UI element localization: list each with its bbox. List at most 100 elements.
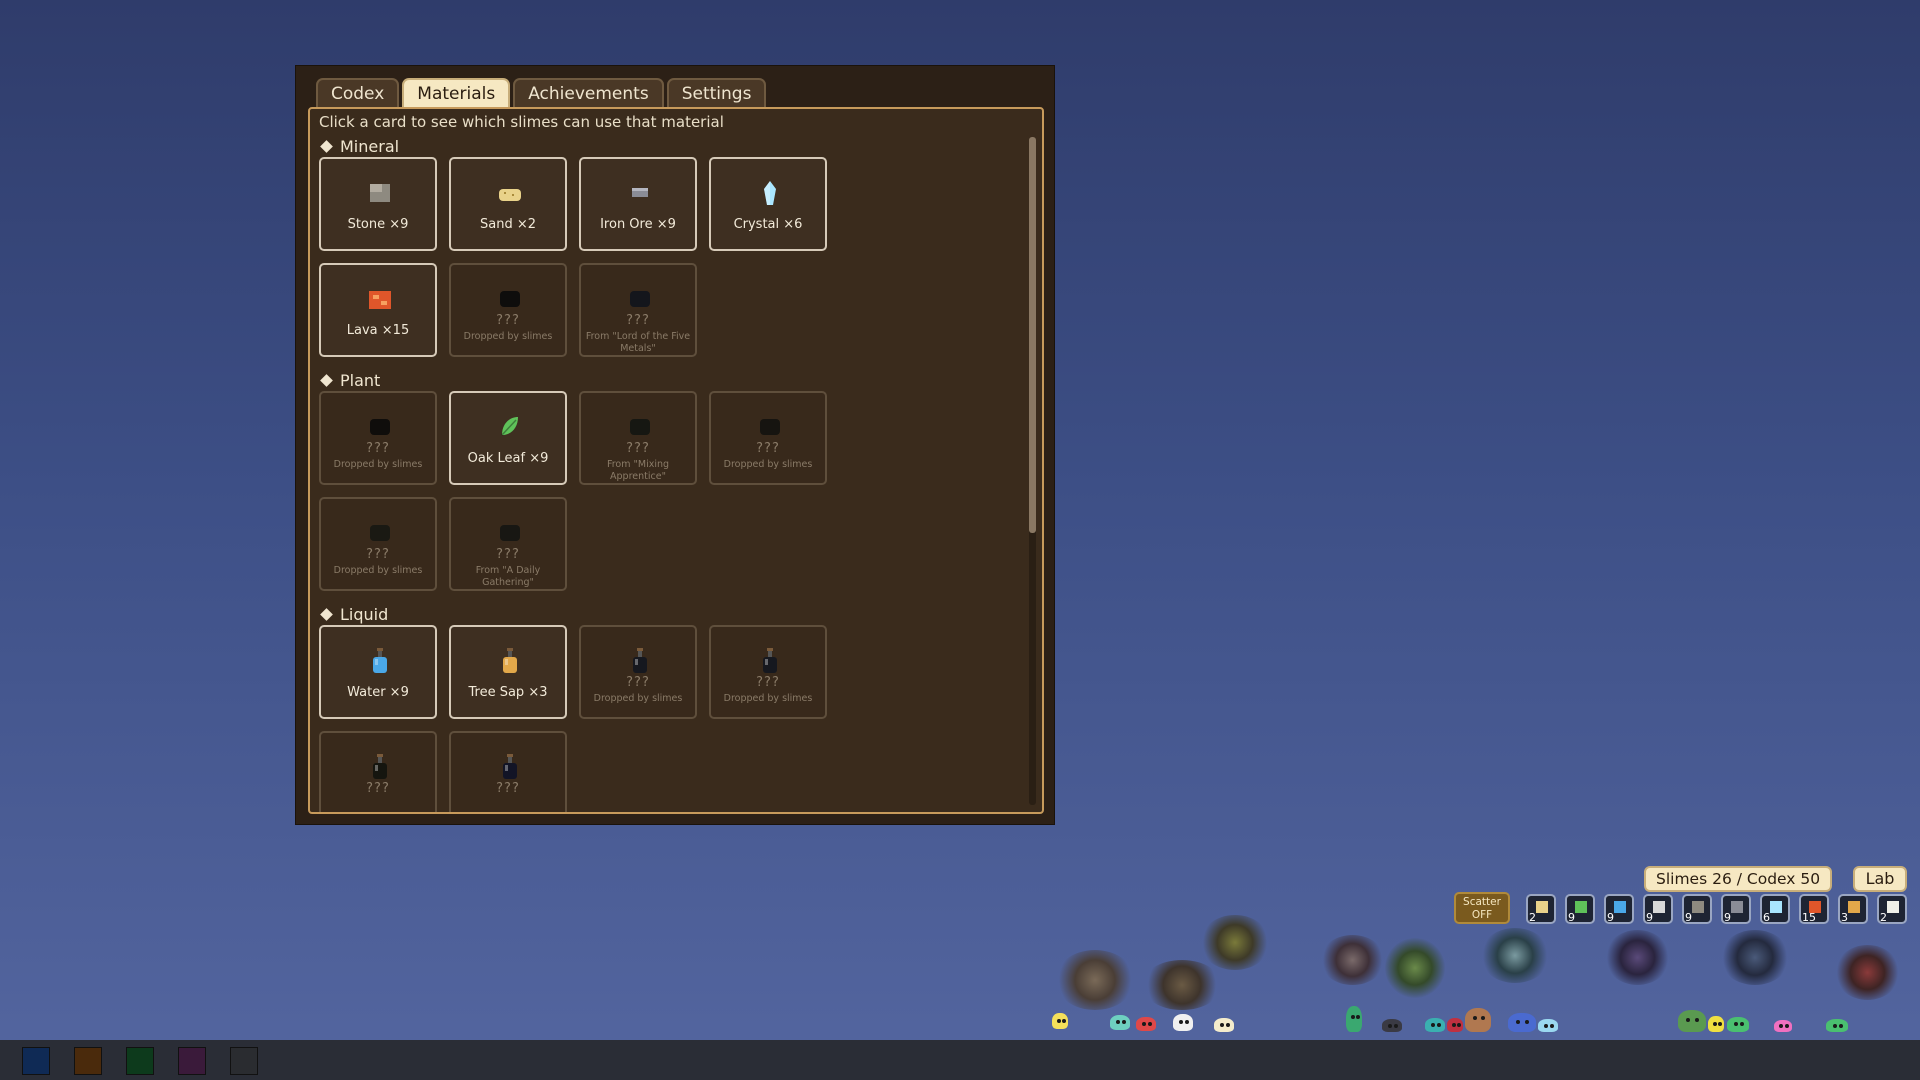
- slime-eye: [1524, 1019, 1529, 1024]
- slime-eye: [1185, 1019, 1189, 1024]
- hotbar-slot[interactable]: 3: [1838, 894, 1868, 924]
- yellow-slime: [1052, 1013, 1068, 1029]
- tab-codex[interactable]: Codex: [316, 78, 400, 108]
- slime-eye: [1733, 1022, 1738, 1027]
- material-card[interactable]: Crystal ×6: [709, 157, 827, 251]
- material-card[interactable]: Tree Sap ×3: [449, 625, 567, 719]
- slime-eye: [1355, 1015, 1360, 1020]
- slime-eye: [1686, 1017, 1691, 1022]
- unknown-material-label: ???: [496, 781, 520, 796]
- slime-eye: [1550, 1023, 1554, 1028]
- unknown-bottle-icon: [626, 647, 654, 675]
- slime-eye: [1717, 1021, 1722, 1026]
- material-card[interactable]: Iron Ore ×9: [579, 157, 697, 251]
- slime-eye: [1451, 1022, 1456, 1027]
- hint-text: Click a card to see which slimes can use…: [319, 113, 724, 131]
- teal-slime: [1425, 1018, 1445, 1032]
- material-card[interactable]: ???: [449, 731, 567, 812]
- hotbar-slot[interactable]: 9: [1643, 894, 1673, 924]
- material-card[interactable]: ??? Dropped by slimes: [319, 391, 437, 485]
- taskbar-button-gray[interactable]: [230, 1047, 258, 1075]
- material-card[interactable]: Oak Leaf ×9: [449, 391, 567, 485]
- hotbar-slot[interactable]: 9: [1604, 894, 1634, 924]
- taskbar-button-brown[interactable]: [74, 1047, 102, 1075]
- section-title: Plant: [340, 371, 381, 390]
- material-name: Tree Sap ×3: [468, 685, 548, 700]
- unknown-plant-icon: [756, 413, 784, 441]
- tab-materials[interactable]: Materials: [402, 78, 511, 108]
- material-source-hint: Dropped by slimes: [593, 693, 683, 704]
- hotbar-slot[interactable]: 6: [1760, 894, 1790, 924]
- slime-eye: [1832, 1023, 1837, 1028]
- slime-eye: [1116, 1020, 1120, 1025]
- teal-slime: [1110, 1015, 1130, 1030]
- material-card[interactable]: ??? Dropped by slimes: [709, 625, 827, 719]
- taskbar-button-green[interactable]: [126, 1047, 154, 1075]
- slime-eye: [1350, 1015, 1355, 1020]
- unknown-material-label: ???: [496, 547, 520, 562]
- cream-slime: [1214, 1018, 1234, 1032]
- slime-aura: [1320, 935, 1385, 985]
- material-source-hint: Dropped by slimes: [723, 693, 813, 704]
- material-card[interactable]: ??? From "Lord of the Five Metals": [579, 263, 697, 357]
- hotbar-slot[interactable]: 15: [1799, 894, 1829, 924]
- hotbar-slot[interactable]: 9: [1565, 894, 1595, 924]
- scatter-label: Scatter: [1463, 896, 1501, 908]
- material-source-hint: From "Lord of the Five Metals": [585, 331, 691, 354]
- lab-button[interactable]: Lab: [1853, 866, 1907, 892]
- unknown-material-label: ???: [756, 675, 780, 690]
- material-source-hint: Dropped by slimes: [723, 459, 813, 470]
- section-title: Mineral: [340, 137, 400, 156]
- slime-eye: [1122, 1020, 1126, 1025]
- bear-slime: [1465, 1008, 1491, 1032]
- material-source-hint: From "A Daily Gathering": [475, 565, 541, 588]
- materials-scroll-area[interactable]: Mineral Stone ×9 Sand ×2 Iron Ore ×9 Crystal…: [310, 133, 1022, 812]
- slime-eye: [1779, 1024, 1784, 1029]
- material-card[interactable]: Lava ×15: [319, 263, 437, 357]
- unknown-mineral-icon: [626, 285, 654, 313]
- taskbar-button-purple[interactable]: [178, 1047, 206, 1075]
- material-card[interactable]: ??? Dropped by slimes: [579, 625, 697, 719]
- material-card[interactable]: Stone ×9: [319, 157, 437, 251]
- scrollbar-track[interactable]: [1029, 137, 1036, 805]
- material-card[interactable]: ??? Dropped by slimes: [449, 263, 567, 357]
- stone-icon: [1692, 901, 1704, 913]
- taskbar-button-blue[interactable]: [22, 1047, 50, 1075]
- material-card[interactable]: ???: [319, 731, 437, 812]
- lava-icon: [366, 285, 394, 313]
- material-name: Sand ×2: [479, 217, 536, 232]
- material-card[interactable]: ??? From "Mixing Apprentice": [579, 391, 697, 485]
- hotbar-slot[interactable]: 9: [1721, 894, 1751, 924]
- green-slime: [1678, 1010, 1706, 1032]
- material-card[interactable]: ??? Dropped by slimes: [709, 391, 827, 485]
- material-source-hint: Dropped by slimes: [333, 565, 423, 576]
- tab-bar: Codex Materials Achievements Settings: [316, 78, 767, 108]
- sand-icon: [496, 179, 524, 207]
- stone-icon: [366, 179, 394, 207]
- hotbar-slot[interactable]: 2: [1526, 894, 1556, 924]
- material-card[interactable]: ??? Dropped by slimes: [319, 497, 437, 591]
- material-card[interactable]: Water ×9: [319, 625, 437, 719]
- slot-count: 9: [1568, 911, 1575, 924]
- material-name: Lava ×15: [346, 323, 410, 338]
- hotbar-slot[interactable]: 2: [1877, 894, 1907, 924]
- section-header-plant: Plant: [319, 371, 380, 390]
- slime-eye: [1437, 1022, 1441, 1027]
- tab-achievements[interactable]: Achievements: [513, 78, 664, 108]
- green-slime: [1727, 1017, 1749, 1032]
- section-title: Liquid: [340, 605, 389, 624]
- slime-eye: [1694, 1017, 1699, 1022]
- slime-eye: [1544, 1023, 1548, 1028]
- iron-ore-icon: [1731, 901, 1743, 913]
- slime-codex-counter: Slimes 26 / Codex 50: [1644, 866, 1833, 892]
- material-card[interactable]: Sand ×2: [449, 157, 567, 251]
- material-card[interactable]: ??? From "A Daily Gathering": [449, 497, 567, 591]
- tab-settings[interactable]: Settings: [666, 78, 767, 108]
- scrollbar-thumb[interactable]: [1029, 137, 1036, 533]
- diamond-icon: [320, 374, 333, 387]
- unknown-bottle-icon: [756, 647, 784, 675]
- slime-eye: [1056, 1018, 1061, 1023]
- hotbar-slot[interactable]: 9: [1682, 894, 1712, 924]
- scatter-toggle-button[interactable]: Scatter OFF: [1454, 892, 1510, 924]
- slime-aura: [1200, 915, 1270, 970]
